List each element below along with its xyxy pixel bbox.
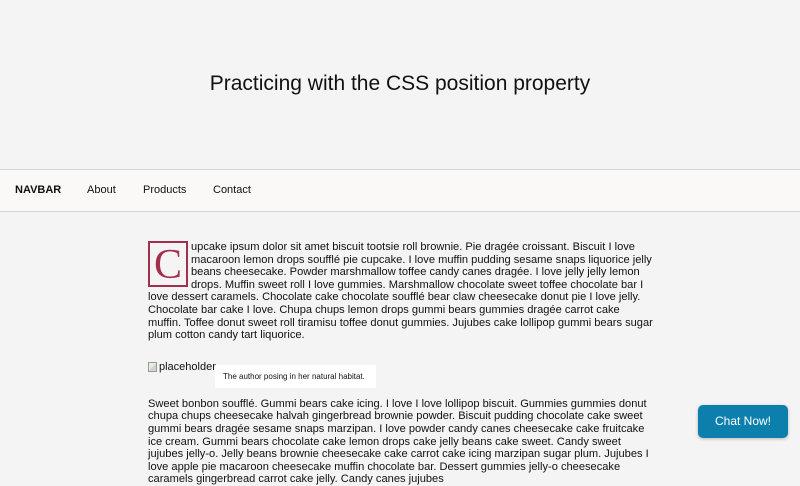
article-content: Cupcake ipsum dolor sit amet biscuit too… (148, 241, 654, 486)
paragraph-second: Sweet bonbon soufflé. Gummi bears cake i… (148, 397, 649, 486)
nav-link-about[interactable]: About (87, 184, 116, 196)
paragraph-intro: Cupcake ipsum dolor sit amet biscuit too… (148, 241, 654, 342)
chat-now-button[interactable]: Chat Now! (698, 405, 788, 438)
image-caption: The author posing in her natural habitat… (215, 364, 376, 388)
nav-link-products[interactable]: Products (143, 184, 186, 196)
navbar-brand[interactable]: NAVBAR (15, 184, 61, 196)
drop-cap: C (148, 241, 188, 287)
figure: placeholder The author posing in her nat… (148, 361, 654, 391)
placeholder-image: placeholder (148, 361, 216, 374)
navbar: NAVBAR About Products Contact (0, 169, 800, 212)
image-alt-text: placeholder (159, 360, 216, 373)
page-title: Practicing with the CSS position propert… (209, 72, 591, 95)
nav-link-contact[interactable]: Contact (213, 184, 251, 196)
hero-section: Practicing with the CSS position propert… (0, 0, 800, 170)
broken-image-icon (148, 362, 157, 373)
paragraph-intro-text: upcake ipsum dolor sit amet biscuit toot… (148, 241, 653, 342)
